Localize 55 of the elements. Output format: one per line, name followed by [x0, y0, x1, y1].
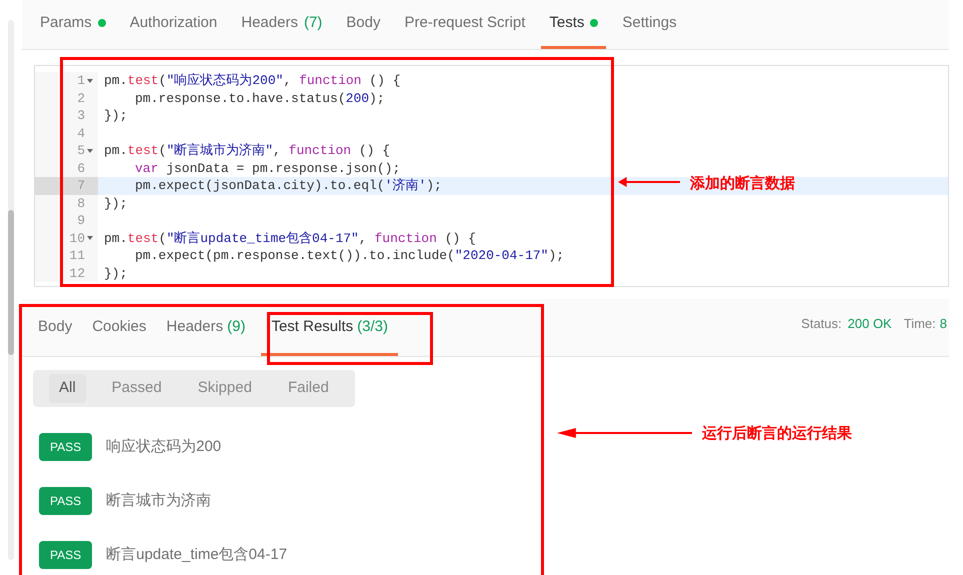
line-number: 9 [77, 212, 85, 230]
line-number: 7 [77, 177, 85, 194]
test-name: 断言update_time包含04-17 [106, 544, 288, 565]
pass-badge: PASS [39, 541, 92, 569]
test-name: 响应状态码为200 [106, 436, 222, 457]
code-line: }); [104, 196, 128, 210]
code-line: }); [104, 108, 128, 123]
fold-caret-icon[interactable] [87, 236, 93, 240]
status-value: 200 OK [848, 314, 892, 333]
code-line: pm.test("断言城市为济南", function () { [104, 143, 390, 158]
line-number: 1 [77, 72, 85, 90]
line-number: 4 [77, 124, 85, 142]
pass-badge: PASS [39, 487, 92, 515]
request-tab[interactable]: Authorization [122, 0, 226, 49]
filter-tab[interactable]: Passed [102, 374, 172, 403]
request-tab[interactable]: Pre-request Script [396, 0, 534, 49]
annotation-arrow [618, 177, 680, 187]
line-number: 6 [77, 160, 85, 177]
pass-badge: PASS [39, 433, 92, 461]
line-number: 3 [77, 107, 85, 124]
line-number: 5 [77, 142, 85, 160]
code-line: pm.expect(pm.response.text()).to.include("2020-04-17"); [135, 248, 564, 263]
annotation-text: 添加的断言数据 [690, 174, 795, 194]
response-tab[interactable]: Test Results (3/3) [261, 302, 398, 356]
fold-caret-icon[interactable] [87, 148, 93, 153]
response-tab[interactable]: Cookies [82, 302, 156, 356]
line-number: 11 [69, 247, 85, 264]
filter-tab[interactable]: Skipped [188, 374, 262, 403]
time-value: 8 [940, 314, 947, 333]
request-tab[interactable]: Body [338, 0, 388, 49]
request-tab[interactable]: Settings [614, 0, 685, 49]
scrollbar[interactable] [8, 20, 14, 560]
code-editor[interactable] [34, 65, 949, 287]
response-tab[interactable]: Headers (9) [156, 302, 256, 356]
request-tab[interactable]: Headers (7) [233, 0, 330, 49]
code-line: pm.test("断言update_time包含04-17", function () { [104, 230, 476, 246]
code-line: }); [104, 266, 128, 280]
line-number: 8 [77, 194, 85, 212]
status-label: Status: [801, 314, 842, 333]
request-tab[interactable]: Params [32, 0, 114, 49]
code-line: pm.test("响应状态码为200", function () { [104, 73, 400, 88]
filter-tab[interactable]: Failed [278, 374, 339, 403]
annotation-text: 运行后断言的运行结果 [702, 424, 852, 444]
fold-caret-icon[interactable] [87, 78, 93, 83]
line-number: 2 [77, 90, 85, 107]
code-line: pm.response.to.have.status(200); [135, 90, 385, 106]
line-number: 12 [69, 264, 85, 282]
code-line: var jsonData = pm.response.json(); [135, 160, 400, 176]
line-number: 10 [69, 230, 85, 247]
time-label: Time: [904, 314, 936, 333]
response-tab[interactable]: Body [28, 302, 82, 356]
filter-tab[interactable]: All [49, 374, 86, 403]
test-name: 断言城市为济南 [106, 490, 212, 511]
request-tab[interactable]: Tests [541, 0, 606, 49]
code-line: pm.expect(jsonData.city).to.eql('济南'); [135, 178, 442, 193]
